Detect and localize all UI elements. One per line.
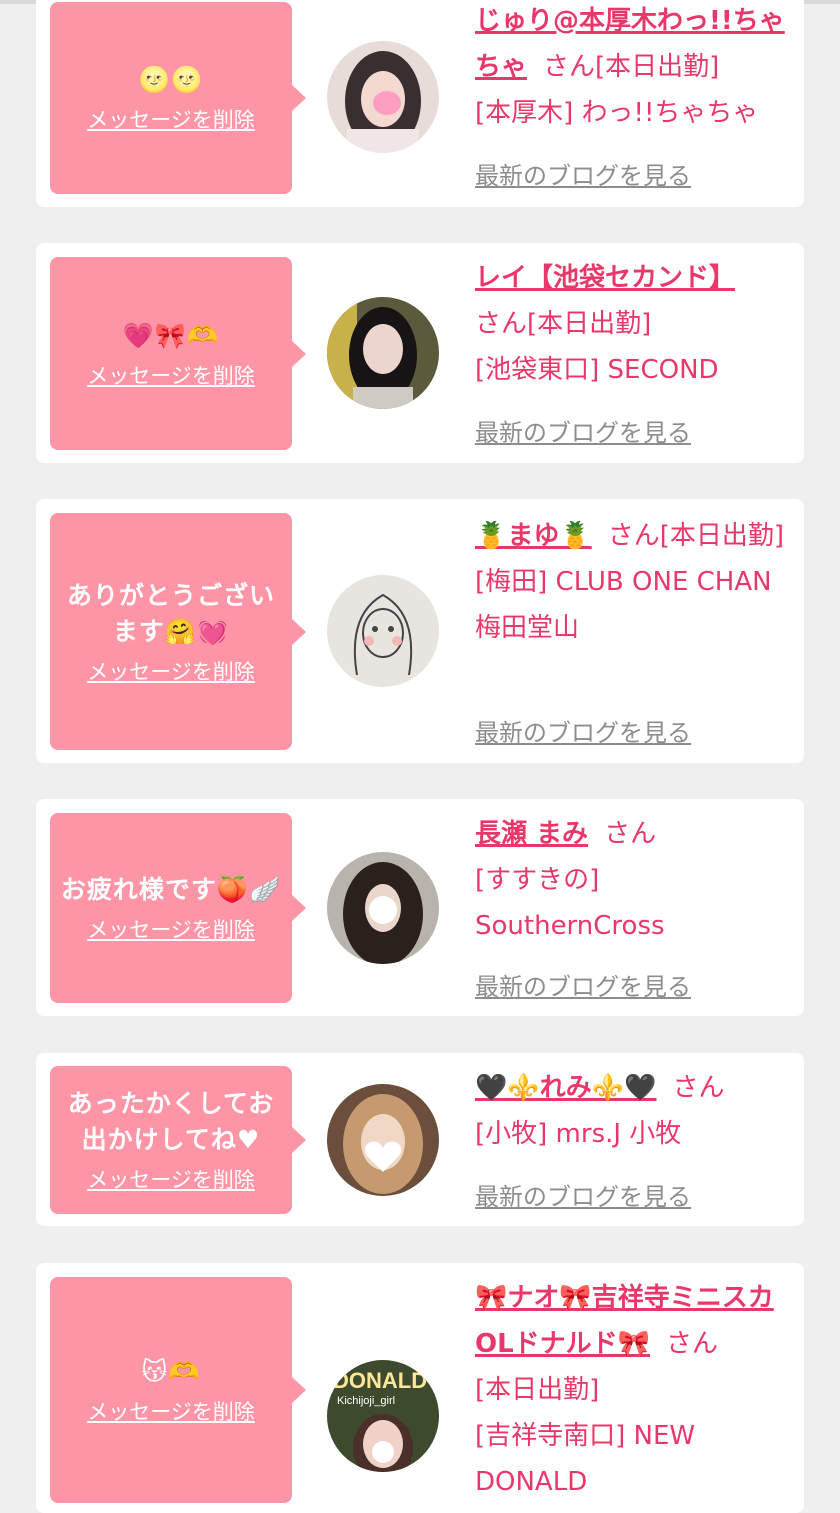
- shop-text: [吉祥寺南口] NEW DONALD: [475, 1421, 696, 1497]
- shop-text: [小牧] mrs.J 小牧: [475, 1119, 682, 1149]
- list-item: お疲れ様です🍑🪽 メッセージを削除 長瀬 まみ さん [すすきの] Souther…: [36, 799, 804, 1016]
- profile-info: 🍍まゆ🍍 さん[本日出勤] [梅田] CLUB ONE CHAN 梅田堂山: [475, 513, 787, 651]
- profile-info: じゅり@本厚木わっ!!ちゃちゃ さん[本日出勤] [本厚木] わっ!!ちゃちゃ: [475, 0, 787, 136]
- avatar[interactable]: [327, 575, 439, 687]
- avatar-sub-text: Kichijoji_girl: [337, 1395, 395, 1407]
- latest-blog-link[interactable]: 最新のブログを見る: [475, 156, 691, 191]
- latest-blog-link[interactable]: 最新のブログを見る: [475, 967, 691, 1002]
- message-text: 🌝🌝: [138, 65, 204, 94]
- delete-message-link[interactable]: メッセージを削除: [87, 360, 255, 390]
- message-bubble: 🌝🌝 メッセージを削除: [50, 2, 306, 194]
- latest-blog-link[interactable]: 最新のブログを見る: [475, 413, 691, 448]
- avatar-logo-text: DONALD: [333, 1368, 427, 1393]
- latest-blog-link[interactable]: 最新のブログを見る: [475, 1177, 691, 1212]
- honorific: さん: [666, 1329, 719, 1359]
- message-bubble: あったかくしてお出かけしてね♥ メッセージを削除: [50, 1066, 306, 1214]
- message-text: 😽🫶: [141, 1357, 201, 1386]
- message-bubble: ありがとうございます🤗💓 メッセージを削除: [50, 513, 306, 750]
- avatar[interactable]: [327, 852, 439, 964]
- delete-message-link[interactable]: メッセージを削除: [87, 1396, 255, 1426]
- delete-message-link[interactable]: メッセージを削除: [87, 104, 255, 134]
- status-text: [本日出勤]: [527, 309, 652, 339]
- shop-text: [梅田] CLUB ONE CHAN 梅田堂山: [475, 567, 772, 643]
- honorific: さん: [475, 309, 528, 339]
- delete-message-link[interactable]: メッセージを削除: [87, 1164, 255, 1194]
- status-text: [本日出勤]: [659, 521, 785, 551]
- list-item: 😽🫶 メッセージを削除 DONALD Kichijoji_girl 🎀ナオ🎀吉祥…: [36, 1263, 804, 1513]
- profile-info: 🖤⚜️れみ⚜️🖤 さん [小牧] mrs.J 小牧: [475, 1065, 787, 1157]
- avatar[interactable]: [327, 297, 439, 409]
- profile-name-link[interactable]: 🖤⚜️れみ⚜️🖤: [475, 1073, 657, 1103]
- message-bubble: お疲れ様です🍑🪽 メッセージを削除: [50, 813, 306, 1003]
- avatar[interactable]: DONALD Kichijoji_girl: [327, 1360, 439, 1472]
- message-bubble: 😽🫶 メッセージを削除: [50, 1277, 306, 1503]
- honorific: さん: [543, 52, 596, 82]
- latest-blog-link[interactable]: 最新のブログを見る: [475, 713, 691, 748]
- list-item: 🌝🌝 メッセージを削除 じゅり@本厚木わっ!!ちゃちゃ さん[本日出勤] [本厚木…: [36, 0, 804, 207]
- delete-message-link[interactable]: メッセージを削除: [87, 656, 255, 686]
- shop-text: [すすきの] SouthernCross: [475, 865, 665, 941]
- profile-name-link[interactable]: 🎀ナオ🎀吉祥寺ミニスカOLドナルド🎀: [475, 1283, 774, 1359]
- avatar[interactable]: [327, 41, 439, 153]
- shop-text: [本厚木] わっ!!ちゃちゃ: [475, 98, 759, 128]
- list-item: 💗🎀🫶 メッセージを削除 レイ【池袋セカンド】 さん[本日出勤] [池袋東口] …: [36, 243, 804, 463]
- profile-info: レイ【池袋セカンド】 さん[本日出勤] [池袋東口] SECOND: [475, 255, 787, 393]
- profile-info: 🎀ナオ🎀吉祥寺ミニスカOLドナルド🎀 さん [本日出勤] [吉祥寺南口] NEW …: [475, 1275, 787, 1505]
- delete-message-link[interactable]: メッセージを削除: [87, 914, 255, 944]
- list-item: あったかくしてお出かけしてね♥ メッセージを削除 🖤⚜️れみ⚜️🖤 さん [小牧]…: [36, 1053, 804, 1226]
- avatar[interactable]: [327, 1084, 439, 1196]
- message-bubble: 💗🎀🫶 メッセージを削除: [50, 257, 306, 450]
- list-item: ありがとうございます🤗💓 メッセージを削除 🍍まゆ🍍 さん[本日出勤] [梅田] …: [36, 499, 804, 763]
- message-text: ありがとうございます🤗💓: [66, 580, 275, 646]
- profile-name-link[interactable]: レイ【池袋セカンド】: [475, 263, 735, 293]
- status-text: [本日出勤]: [595, 52, 720, 82]
- message-text: お疲れ様です🍑🪽: [60, 875, 282, 904]
- honorific: さん: [604, 819, 657, 849]
- profile-name-link[interactable]: 長瀬 まみ: [475, 819, 588, 849]
- message-text: あったかくしてお出かけしてね♥: [67, 1089, 275, 1154]
- profile-info: 長瀬 まみ さん [すすきの] SouthernCross: [475, 811, 787, 949]
- shop-text: [池袋東口] SECOND: [475, 355, 719, 385]
- profile-name-link[interactable]: 🍍まゆ🍍: [475, 521, 592, 551]
- honorific: さん: [607, 521, 660, 551]
- honorific: さん: [672, 1073, 725, 1103]
- status-text: [本日出勤]: [475, 1375, 600, 1405]
- message-text: 💗🎀🫶: [122, 320, 220, 350]
